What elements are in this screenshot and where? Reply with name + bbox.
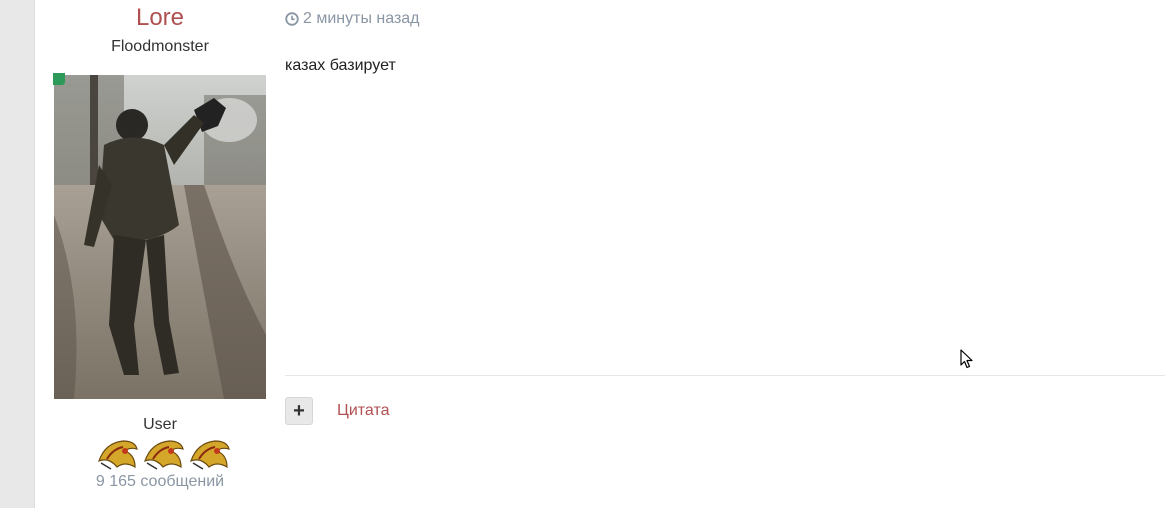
clock-icon [285,12,299,26]
forum-post: Lore Floodmonster User 9 165 сообщений 2… [0,0,1165,508]
author-panel: Lore Floodmonster User 9 165 сообщений [35,0,285,508]
rank-badge-icon [190,440,230,470]
multiquote-button[interactable]: + [285,397,313,425]
author-name-link[interactable]: Lore [35,4,285,32]
rank-badge-icon [98,440,138,470]
post-content: 2 минуты назад казах базирует + Цитата [285,0,1165,508]
quote-button[interactable]: Цитата [337,402,390,420]
post-divider [285,375,1165,376]
mouse-cursor-icon [960,349,973,369]
author-group: User [143,416,177,433]
avatar-photo-icon [54,75,266,399]
author-title: Floodmonster [111,38,209,55]
post-timestamp-text: 2 минуты назад [303,10,420,27]
post-body: казах базирует [285,57,396,74]
post-timestamp[interactable]: 2 минуты назад [285,10,420,28]
rank-badge-icon [144,440,184,470]
post-count: 9 165 сообщений [95,473,225,490]
author-avatar[interactable] [54,75,266,399]
left-gutter [0,0,35,508]
rank-icons [93,437,233,473]
online-indicator [53,73,65,85]
